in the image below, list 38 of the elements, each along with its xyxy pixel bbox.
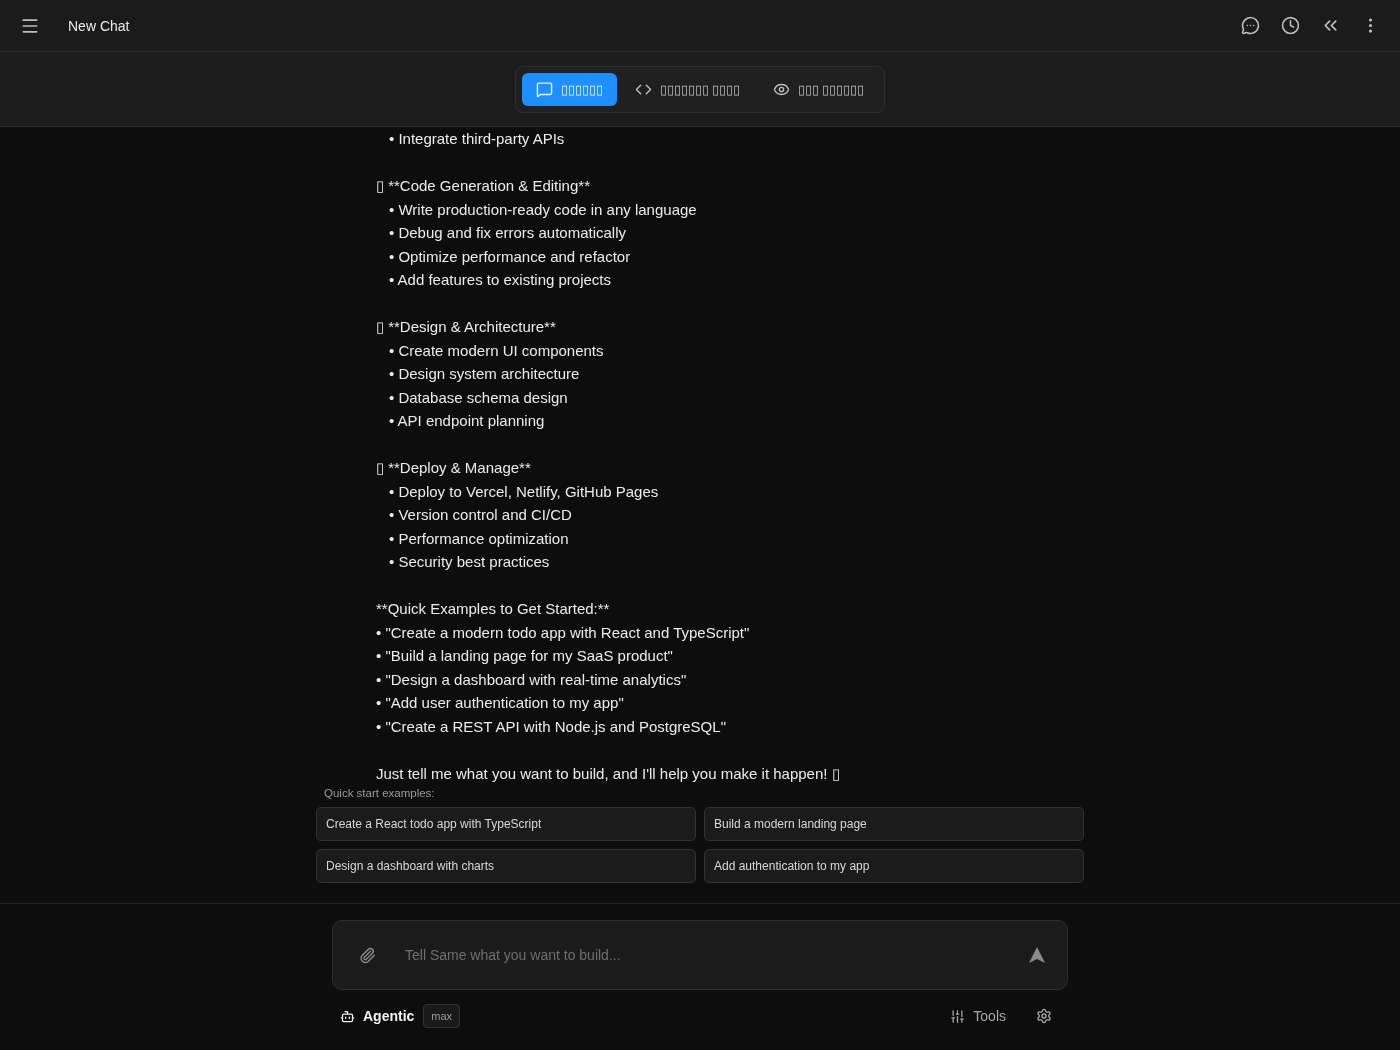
chat-title: New Chat bbox=[68, 17, 130, 34]
message-line: • Write production-ready code in any language bbox=[388, 199, 698, 220]
message-line: • Security best practices bbox=[388, 552, 551, 572]
tools-button[interactable]: Tools bbox=[950, 1008, 1006, 1024]
message-line: • "Create a modern todo app with React and TypeScript" bbox=[376, 622, 751, 643]
view-tab[interactable]: ▯▯▯ ▯▯▯▯▯▯ bbox=[758, 72, 879, 106]
sliders-icon bbox=[950, 1008, 966, 1024]
example-button[interactable]: Build a modern landing page bbox=[704, 807, 1084, 841]
quick-start-label: Quick start examples: bbox=[323, 786, 436, 801]
message-line: • Database schema design bbox=[388, 387, 569, 408]
example-button[interactable]: Create a React todo app with TypeScript bbox=[316, 807, 696, 841]
example-button[interactable]: Design a dashboard with charts bbox=[316, 849, 696, 883]
message-line: ▯ **Design & Architecture** bbox=[376, 317, 557, 337]
message-line: ▯ **Deploy & Manage** bbox=[376, 458, 532, 478]
message-line: • "Design a dashboard with real-time analytics" bbox=[376, 669, 688, 690]
message-line: ▯ **Code Generation & Editing** bbox=[376, 176, 591, 196]
message-line: • "Add user authentication to my app" bbox=[376, 693, 625, 713]
message-input[interactable]: Tell Same what you want to build... bbox=[403, 946, 1001, 964]
message-line: • Deploy to Vercel, Netlify, GitHub Pages bbox=[388, 481, 660, 502]
message-line: • Debug and fix errors automatically bbox=[388, 223, 628, 243]
example-button[interactable]: Add authentication to my app bbox=[704, 849, 1084, 883]
message-line: • Add features to existing projects bbox=[388, 270, 613, 290]
message-line: • API endpoint planning bbox=[388, 411, 546, 431]
robot-icon bbox=[340, 1008, 355, 1024]
message-line: • Create modern UI components bbox=[388, 340, 605, 361]
message-line: • Performance optimization bbox=[388, 528, 570, 549]
message-line: • Integrate third-party APIs bbox=[388, 129, 566, 149]
message-line: Just tell me what you want to build, and I'll help you make it happen! ▯ bbox=[376, 763, 841, 784]
message-line: **Quick Examples to Get Started:** bbox=[376, 599, 611, 619]
message-line: • Design system architecture bbox=[388, 364, 581, 384]
message-line: • Version control and CI/CD bbox=[388, 505, 573, 525]
message-line: • "Build a landing page for my SaaS product" bbox=[376, 646, 674, 666]
view-tab[interactable]: ▯▯▯▯▯▯▯ ▯▯▯▯ bbox=[620, 72, 755, 106]
message-line: • "Create a REST API with Node.js and PostgreSQL" bbox=[376, 716, 727, 737]
message-line: • Optimize performance and refactor bbox=[388, 246, 632, 267]
agentic-mode-button[interactable]: Agentic bbox=[340, 1008, 415, 1024]
chat-icon bbox=[535, 80, 553, 98]
max-badge: max bbox=[423, 1004, 461, 1028]
